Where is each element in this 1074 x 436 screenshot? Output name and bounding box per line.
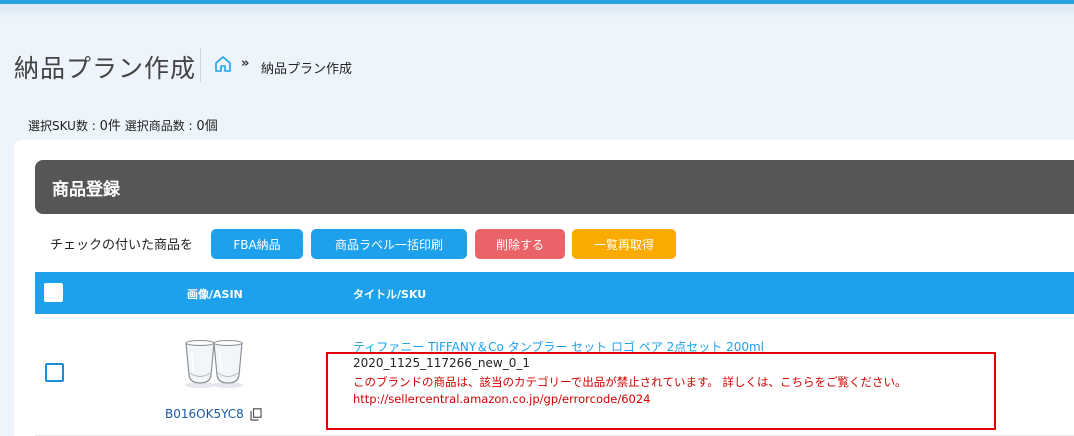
item-count: 0個 <box>196 119 218 134</box>
selection-summary: 選択SKU数 : 0件 選択商品数 : 0個 <box>28 115 218 134</box>
breadcrumb-separator: » <box>241 56 250 71</box>
sku-count: 0件 <box>99 119 121 134</box>
section-header: 商品登録 <box>35 160 1074 214</box>
select-all-checkbox[interactable] <box>44 283 63 302</box>
table-header: 画像/ASIN タイトル/SKU <box>35 272 1074 314</box>
sku-text: 2020_1125_117266_new_0_1 <box>353 356 530 370</box>
delete-button[interactable]: 削除する <box>475 229 565 259</box>
title-divider <box>200 48 201 82</box>
refetch-list-button[interactable]: 一覧再取得 <box>572 229 676 259</box>
product-title-link[interactable]: ティファニー TIFFANY＆Co タンブラー セット ロゴ ペア 2点セット … <box>353 338 764 355</box>
home-icon[interactable] <box>213 54 233 74</box>
asin-link[interactable]: B016OK5YC8 <box>165 407 244 421</box>
section-title: 商品登録 <box>52 180 120 200</box>
copy-icon[interactable] <box>250 408 262 421</box>
page-title: 納品プラン作成 <box>14 54 197 83</box>
sku-count-label: 選択SKU数 : <box>28 119 100 133</box>
bulk-action-label: チェックの付いた商品を <box>50 238 194 253</box>
column-header-image-asin: 画像/ASIN <box>187 288 243 301</box>
column-header-title-sku: タイトル/SKU <box>353 288 427 301</box>
product-image <box>178 325 250 397</box>
error-url-link[interactable]: http://sellercentral.amazon.co.jp/gp/err… <box>353 392 651 406</box>
table-row: B016OK5YC8 ティファニー TIFFANY＆Co タンブラー セット ロ… <box>35 314 1074 436</box>
breadcrumb-current: 納品プラン作成 <box>261 62 353 77</box>
error-message: このブランドの商品は、該当のカテゴリーで出品が禁止されています。 詳しくは、こち… <box>353 375 907 389</box>
item-count-label: 選択商品数 : <box>124 119 197 133</box>
bulk-label-print-button[interactable]: 商品ラベル一括印刷 <box>311 229 467 259</box>
fba-shipment-button[interactable]: FBA納品 <box>211 229 303 259</box>
header-shadow <box>0 4 1074 18</box>
row-checkbox[interactable] <box>45 363 64 382</box>
